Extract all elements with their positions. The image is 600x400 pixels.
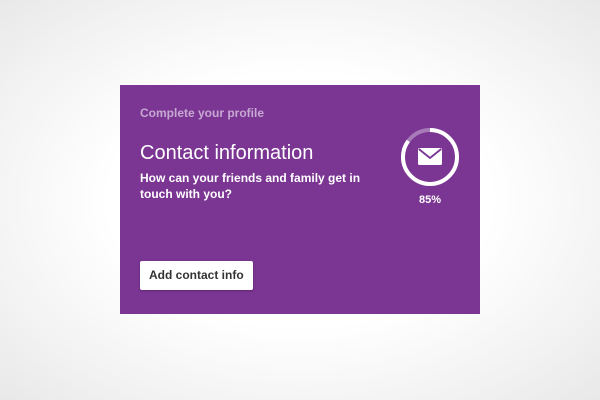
progress-ring [400,127,460,187]
card-subtitle: How can your friends and family get in t… [140,171,361,201]
add-contact-info-button[interactable]: Add contact info [140,261,253,290]
progress-percent: 85% [418,194,442,206]
envelope-icon [418,148,442,165]
card-eyebrow: Complete your profile [140,106,265,120]
progress-ring-graphic [401,128,459,186]
profile-completion-card: Complete your profile Contact informatio… [120,85,480,314]
card-title: Contact information [140,142,314,164]
